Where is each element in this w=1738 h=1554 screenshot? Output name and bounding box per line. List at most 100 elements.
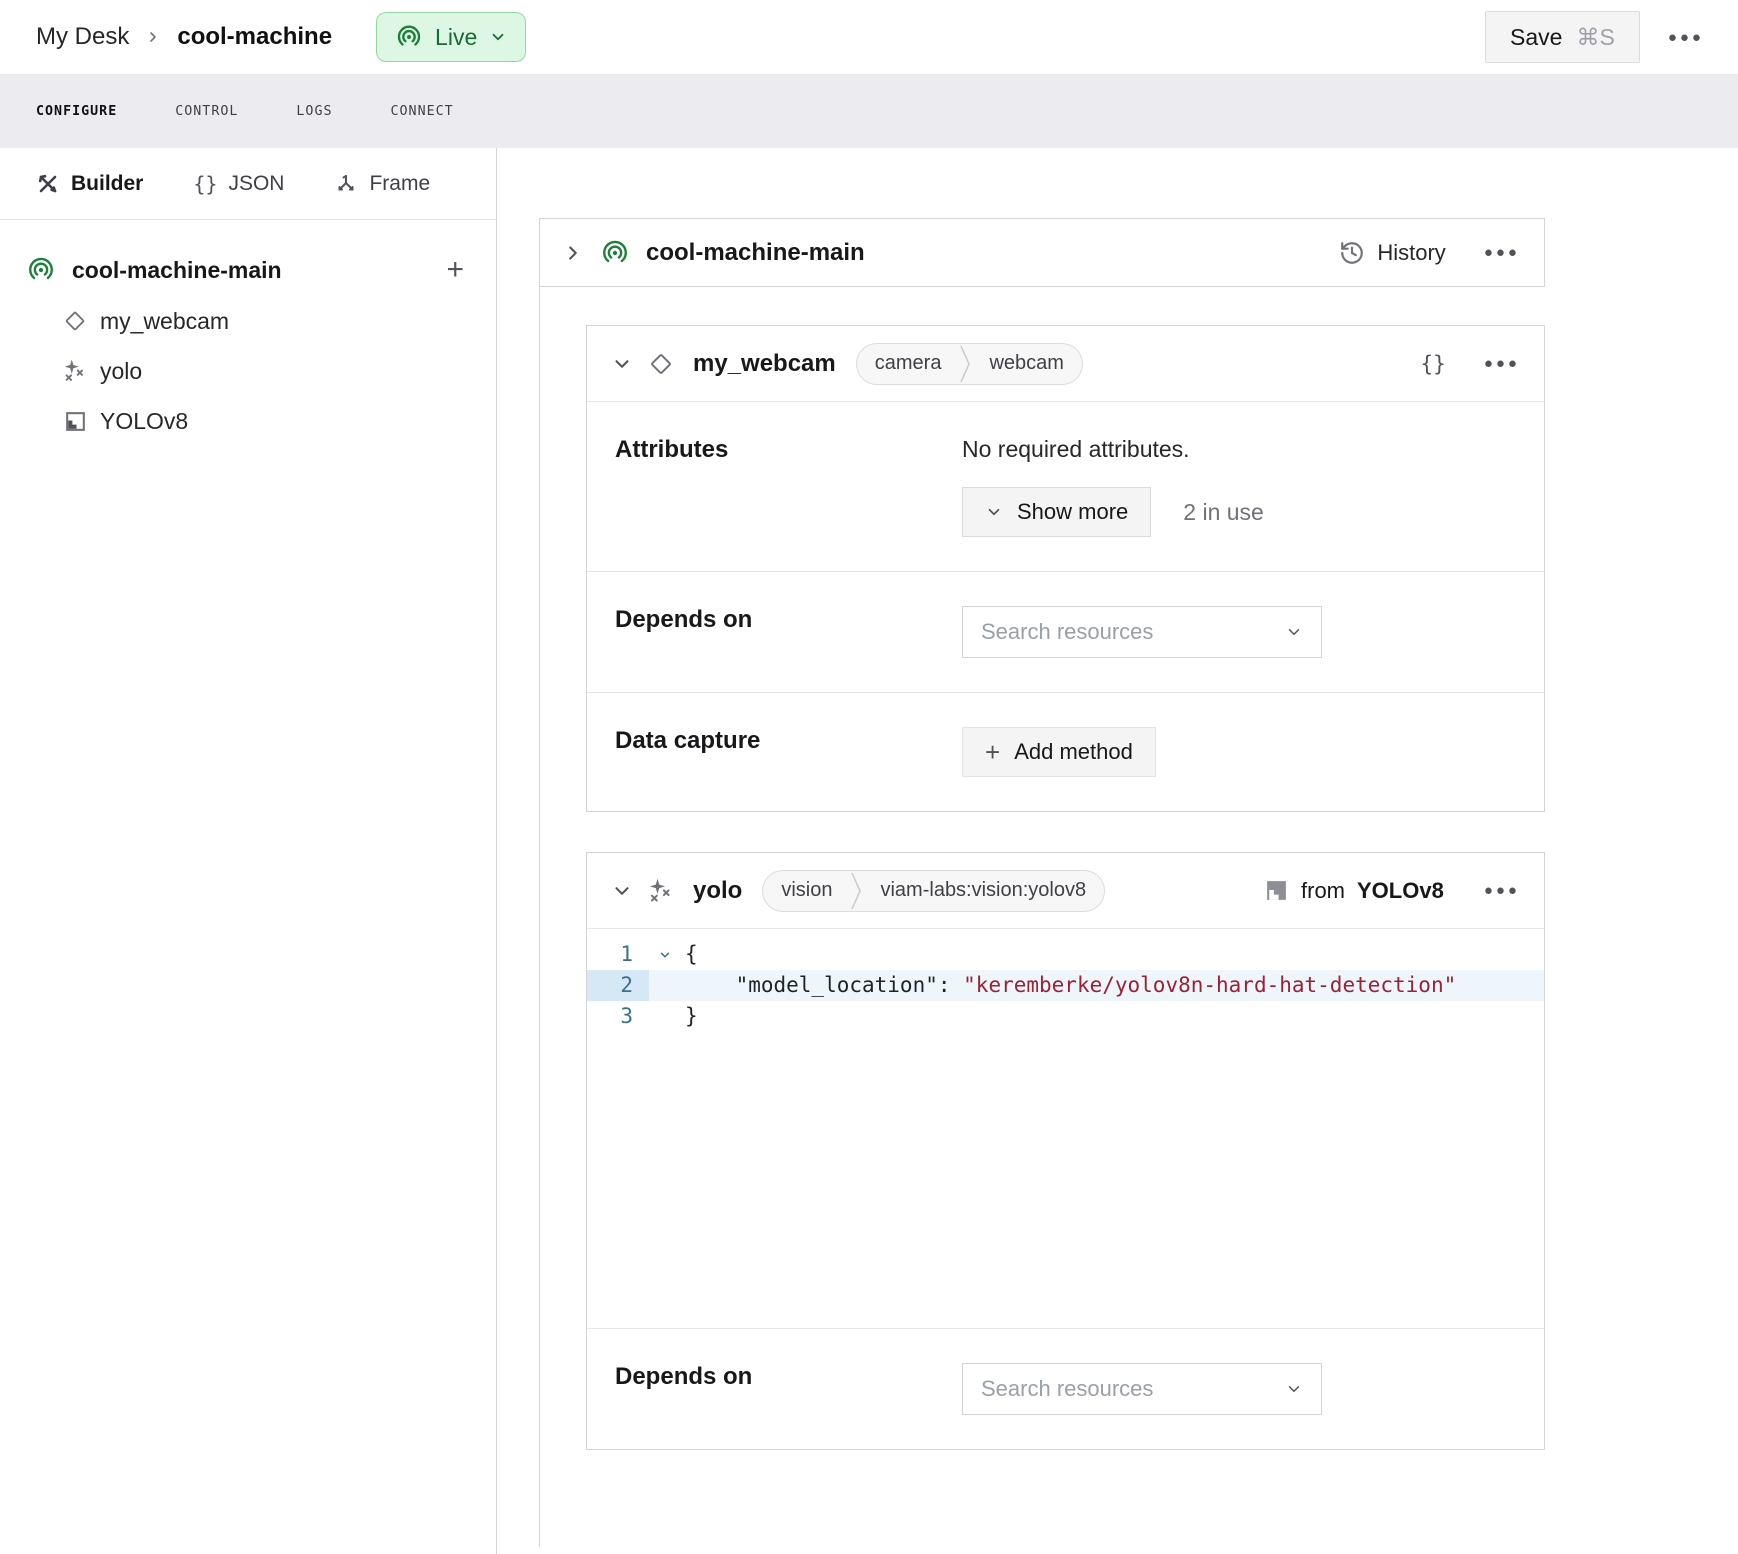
camera-component-icon <box>62 308 88 334</box>
badge-type: vision <box>763 879 850 902</box>
plus-icon: + <box>985 739 1000 765</box>
edit-json-braces-icon[interactable]: {} <box>1421 352 1446 376</box>
machine-status-dropdown[interactable]: Live <box>376 12 526 62</box>
line-number: 1 <box>587 939 649 970</box>
tree-item-label: YOLOv8 <box>100 408 188 435</box>
depends-on-select[interactable]: Search resources <box>962 1363 1322 1415</box>
tree-item-label: yolo <box>100 358 142 385</box>
data-capture-row: Data capture + Add method <box>587 692 1544 811</box>
attributes-row: Attributes No required attributes. Show … <box>587 401 1544 571</box>
mode-builder-label: Builder <box>71 172 143 196</box>
mode-builder-button[interactable]: Builder <box>36 172 143 196</box>
mode-json-label: JSON <box>228 172 284 196</box>
service-menu-button[interactable]: ●●● <box>1484 883 1520 898</box>
badge-chevron-icon <box>959 344 971 384</box>
badge-model: viam-labs:vision:yolov8 <box>862 879 1104 902</box>
component-type-badge: camera webcam <box>856 343 1083 385</box>
chevron-down-icon <box>1285 623 1303 641</box>
config-mode-switcher: Builder {} JSON Frame <box>0 148 496 220</box>
mode-frame-button[interactable]: Frame <box>334 172 430 196</box>
code-text: { <box>681 939 1544 970</box>
code-line-active: 2 "model_location": "keremberke/yolov8n-… <box>587 970 1544 1001</box>
tab-logs[interactable]: LOGS <box>296 104 332 119</box>
service-name: yolo <box>693 877 742 905</box>
badge-chevron-icon <box>850 871 862 911</box>
depends-on-placeholder: Search resources <box>981 1376 1153 1402</box>
topbar-overflow-menu-button[interactable]: ●●● <box>1668 30 1704 45</box>
history-button[interactable]: History <box>1339 240 1445 266</box>
save-label: Save <box>1510 24 1562 51</box>
component-card-header: my_webcam camera webcam {} ●●● <box>587 326 1544 401</box>
tree-root-label: cool-machine-main <box>72 257 430 284</box>
camera-component-icon <box>647 350 675 378</box>
chevron-down-icon <box>985 503 1003 521</box>
from-module-name: YOLOv8 <box>1357 878 1444 904</box>
machine-part-menu-button[interactable]: ●●● <box>1484 245 1520 260</box>
add-component-button[interactable]: + <box>446 255 464 285</box>
add-method-button[interactable]: + Add method <box>962 727 1156 777</box>
topbar: My Desk cool-machine Live Save ⌘S <box>0 0 1738 75</box>
component-card-my-webcam: my_webcam camera webcam {} ●●● Attribute… <box>586 325 1545 812</box>
machine-part-broadcast-icon <box>26 255 56 285</box>
service-type-badge: vision viam-labs:vision:yolov8 <box>762 870 1105 912</box>
badge-type: camera <box>857 352 960 375</box>
breadcrumb: My Desk cool-machine <box>36 23 332 51</box>
save-shortcut: ⌘S <box>1576 24 1614 51</box>
code-fold-chevron-icon[interactable] <box>658 948 672 962</box>
json-key: "model_location" <box>736 973 938 997</box>
show-more-label: Show more <box>1017 499 1128 525</box>
depends-on-placeholder: Search resources <box>981 619 1153 645</box>
code-text: } <box>681 1001 1544 1032</box>
json-colon: : <box>938 973 963 997</box>
json-attributes-editor[interactable]: 1 { 2 "model_location": "keremberke/yolo… <box>587 928 1544 1328</box>
depends-on-label: Depends on <box>587 1329 962 1449</box>
expand-machine-part-chevron[interactable] <box>562 242 584 264</box>
depends-on-select[interactable]: Search resources <box>962 606 1322 658</box>
tree-root-machine-part[interactable]: cool-machine-main + <box>0 244 496 296</box>
tree-item-label: my_webcam <box>100 308 229 335</box>
component-menu-button[interactable]: ●●● <box>1484 356 1520 371</box>
tree-item-my-webcam[interactable]: my_webcam <box>0 296 496 346</box>
module-icon <box>1264 878 1289 903</box>
show-more-button[interactable]: Show more <box>962 487 1151 537</box>
service-card-header: yolo vision viam-labs:vision:yolov8 <box>587 853 1544 928</box>
tab-control[interactable]: CONTROL <box>175 104 238 119</box>
collapse-card-chevron[interactable] <box>611 880 633 902</box>
json-braces-icon: {} <box>193 172 217 196</box>
tab-connect[interactable]: CONNECT <box>391 104 454 119</box>
configure-main-panel: cool-machine-main History ●●● <box>497 148 1738 1554</box>
live-status-label: Live <box>435 24 477 51</box>
tab-configure[interactable]: CONFIGURE <box>36 104 117 119</box>
no-required-attributes-text: No required attributes. <box>962 436 1544 463</box>
badge-model: webcam <box>971 352 1081 375</box>
history-label: History <box>1377 240 1445 266</box>
builder-tools-icon <box>36 172 60 196</box>
vision-service-icon <box>647 877 675 905</box>
attributes-label: Attributes <box>587 402 962 571</box>
chevron-down-icon <box>1285 1380 1303 1398</box>
service-card-yolo: yolo vision viam-labs:vision:yolov8 <box>586 852 1545 1450</box>
depends-on-row: Depends on Search resources <box>587 1328 1544 1449</box>
depends-on-label: Depends on <box>587 572 962 692</box>
main-tabbar: CONFIGURE CONTROL LOGS CONNECT <box>0 75 1738 148</box>
module-icon <box>62 409 88 434</box>
machine-part-card-header: cool-machine-main History ●●● <box>539 218 1545 287</box>
tree-item-yolo[interactable]: yolo <box>0 346 496 396</box>
mode-json-button[interactable]: {} JSON <box>193 172 284 196</box>
collapse-card-chevron[interactable] <box>611 353 633 375</box>
component-name: my_webcam <box>693 350 836 378</box>
depends-on-row: Depends on Search resources <box>587 571 1544 692</box>
configure-sidebar: Builder {} JSON Frame <box>0 148 497 1554</box>
from-module-indicator: from YOLOv8 <box>1264 878 1444 904</box>
machine-part-children-group: my_webcam camera webcam {} ●●● Attribute… <box>539 287 1545 1547</box>
machine-part-broadcast-icon <box>600 238 630 268</box>
breadcrumb-parent-link[interactable]: My Desk <box>36 23 129 51</box>
broadcast-icon <box>395 23 423 51</box>
from-label: from <box>1301 878 1345 904</box>
save-button[interactable]: Save ⌘S <box>1485 11 1640 63</box>
add-method-label: Add method <box>1014 739 1133 765</box>
code-line: 1 { <box>587 939 1544 970</box>
history-icon <box>1339 240 1365 266</box>
vision-service-icon <box>62 358 88 384</box>
tree-item-yolov8-module[interactable]: YOLOv8 <box>0 396 496 446</box>
